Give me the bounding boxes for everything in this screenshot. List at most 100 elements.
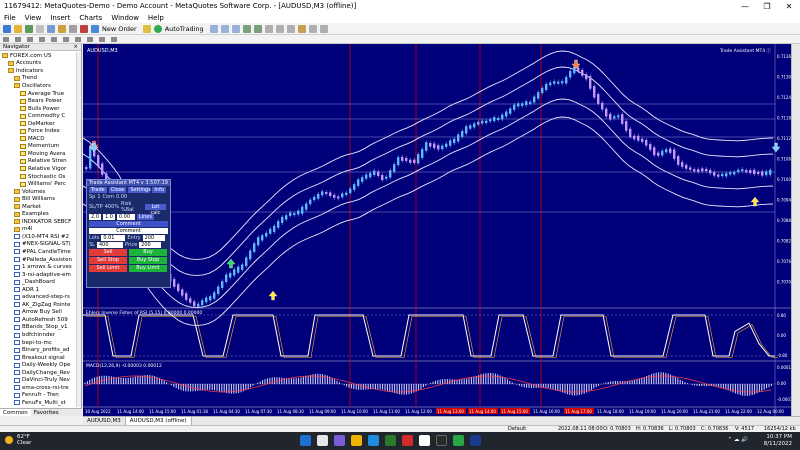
opera-icon[interactable] (402, 435, 413, 446)
navigator-item[interactable]: Commodity C (0, 112, 76, 120)
navigator-item[interactable]: 1 arrows & curves (0, 263, 76, 271)
taskbar-clock[interactable]: 10:37 PM 8/11/2022 (764, 434, 792, 447)
market-watch-icon[interactable] (36, 24, 44, 33)
navigator-item[interactable]: Market (0, 203, 76, 211)
navigator-item[interactable]: #NEX-SIGNAL-ST( (0, 241, 76, 249)
buy-stop-button[interactable]: Buy Stop (129, 257, 167, 264)
autoscroll-icon[interactable] (275, 24, 284, 33)
chart-canvas[interactable]: 0.71360 0.71300 0.71240 0.71180 0.71120 0.710… (83, 44, 791, 416)
tab-info[interactable]: Info (152, 187, 166, 193)
navigator-item[interactable]: Average True (0, 90, 76, 98)
open-folder-icon[interactable] (14, 24, 22, 33)
lines-button[interactable]: Lines (136, 214, 154, 220)
line-chart-icon[interactable] (231, 24, 240, 33)
navigator-item[interactable]: #PAL CandleTime (0, 248, 76, 256)
navigator-item[interactable]: Binary_profits_ad (0, 346, 76, 354)
menu-help[interactable]: Help (148, 14, 164, 22)
maximize-button[interactable]: ❐ (756, 2, 778, 11)
navigator-item[interactable]: Bulls Power (0, 105, 76, 113)
navigator-scrollbar[interactable] (76, 52, 81, 407)
sell-limit-button[interactable]: Sell Limit (89, 265, 127, 272)
new-order-button[interactable]: New Order (91, 24, 137, 33)
weather-widget[interactable]: 62°F Clear (5, 434, 31, 446)
start-icon[interactable] (300, 435, 311, 446)
navigator-item[interactable]: Relative Stren (0, 158, 76, 166)
sell-button[interactable]: Sell (89, 249, 127, 256)
zoom-out-icon[interactable] (253, 24, 262, 33)
metatrader-icon[interactable] (470, 435, 481, 446)
lots-field[interactable]: 0.01 (101, 235, 126, 241)
navigator-item[interactable]: (X10-MT4 RSI #2 (0, 233, 76, 241)
tp-field[interactable]: 200 (139, 242, 162, 248)
edge-icon[interactable] (368, 435, 379, 446)
navigator-item[interactable]: m4l (0, 226, 76, 234)
navigator-close-icon[interactable]: × (73, 44, 78, 50)
navigator-item[interactable]: Accounts (0, 60, 76, 68)
navigator-item[interactable]: DaVinci-Truly Nev (0, 377, 76, 385)
navigator-item[interactable]: AutoRefresh 509 (0, 316, 76, 324)
navigator-item[interactable]: bdfchinnder (0, 331, 76, 339)
navigator-item[interactable]: FenuFx_Multi_st (0, 399, 76, 407)
risk-field[interactable]: 0.00 (116, 214, 135, 220)
price-chart[interactable]: 0.71360 0.71300 0.71240 0.71180 0.71120 0.710… (83, 44, 791, 416)
navigator-item[interactable]: FOREX.com US (0, 52, 76, 60)
lot-calc-button[interactable]: Lot calc (144, 204, 166, 216)
arrows-icon[interactable] (111, 36, 117, 42)
channel-icon[interactable] (63, 36, 69, 42)
navigator-item[interactable]: ema-cross-rsi-tre (0, 384, 76, 392)
chart-tab-audusd-offline[interactable]: AUDUSD,M3 (offline) (125, 417, 192, 425)
cursor-icon[interactable] (3, 36, 9, 42)
menu-view[interactable]: View (25, 14, 42, 22)
chart-tab-audusd[interactable]: AUDUSD,M3 (83, 417, 126, 425)
file-explorer-icon[interactable] (351, 435, 362, 446)
menu-window[interactable]: Window (111, 14, 139, 22)
navigator-item[interactable]: Breakout signal (0, 354, 76, 362)
teams-icon[interactable] (334, 435, 345, 446)
tp-ratio-field[interactable]: 1.0 (102, 214, 115, 220)
menu-insert[interactable]: Insert (50, 14, 70, 22)
navigator-item[interactable]: Force Index (0, 127, 76, 135)
sell-stop-button[interactable]: Sell Stop (89, 257, 127, 264)
navigator-item[interactable]: Stochastic Os (0, 173, 76, 181)
tab-trade[interactable]: Trade (89, 187, 107, 193)
terminal-icon[interactable] (69, 24, 77, 33)
text-icon[interactable] (87, 36, 93, 42)
candles-icon[interactable] (220, 24, 229, 33)
tab-common[interactable]: Common (0, 409, 31, 416)
navigator-item[interactable]: _DashBoard (0, 278, 76, 286)
navigator-item[interactable]: #Palleda_Assisten (0, 256, 76, 264)
navigator-item[interactable]: Volumes (0, 188, 76, 196)
navigator-item[interactable]: bepi-to-mc (0, 339, 76, 347)
menu-file[interactable]: File (4, 14, 16, 22)
navigator-item[interactable]: INDIKATOR SEBCF (0, 218, 76, 226)
bar-chart-icon[interactable] (209, 24, 218, 33)
navigator-item[interactable]: Daily-Weekly Ope (0, 361, 76, 369)
navigator-item[interactable]: Arrow Buy Sell (0, 309, 76, 317)
fibo-icon[interactable] (75, 36, 81, 42)
label-icon[interactable] (99, 36, 105, 42)
tab-close[interactable]: Close (108, 187, 127, 193)
tester-icon[interactable] (80, 24, 88, 33)
navigator-item[interactable]: Bears Power (0, 97, 76, 105)
autotrading-button[interactable]: AutoTrading (153, 24, 204, 33)
navigator-item[interactable]: Oscillators (0, 82, 76, 90)
system-tray[interactable]: ⌃ ☁ 🔊 (728, 437, 748, 443)
navigator-item[interactable]: 3-rsi-adaptive-em (0, 271, 76, 279)
comment-field[interactable]: Comment (89, 228, 168, 234)
crosshair-icon[interactable] (15, 36, 21, 42)
tab-settings[interactable]: Settings (128, 187, 151, 193)
trendline-icon[interactable] (51, 36, 57, 42)
navigator-item[interactable]: Relative Vigor (0, 165, 76, 173)
whatsapp-icon[interactable] (453, 435, 464, 446)
navigator-item[interactable]: ADR 1 (0, 286, 76, 294)
navigator-item[interactable]: DeMarker (0, 120, 76, 128)
zoom-in-icon[interactable] (242, 24, 251, 33)
navigator-item[interactable]: MACD (0, 135, 76, 143)
terminal-app-icon[interactable] (436, 435, 447, 446)
close-button[interactable]: ✕ (778, 2, 800, 11)
tile-windows-icon[interactable] (264, 24, 273, 33)
navigator-item[interactable]: Examples (0, 210, 76, 218)
navigator-item[interactable]: Fenrufr - Tren (0, 392, 76, 400)
menu-charts[interactable]: Charts (79, 14, 102, 22)
navigator-item[interactable]: Indicators (0, 67, 76, 75)
